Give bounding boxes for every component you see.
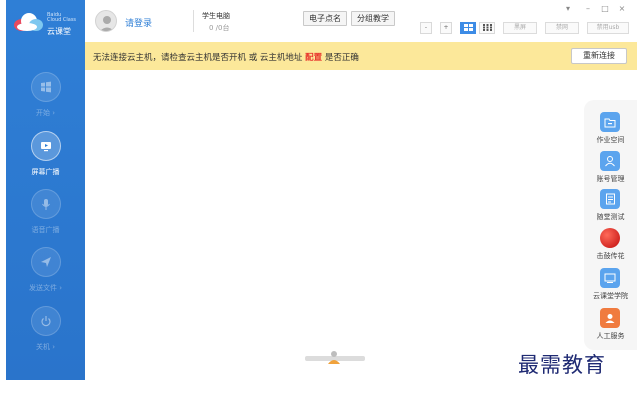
watermark-text: 最需教育: [518, 353, 606, 377]
sidebar-item-voice-broadcast[interactable]: 语音广播: [6, 189, 85, 243]
windows-icon: [31, 72, 61, 102]
close-icon[interactable]: ×: [617, 4, 627, 13]
brand-chinese: 云课堂: [47, 27, 71, 36]
connection-warning-bar: 无法连接云主机，请检查云主机是否开机 或 云主机地址 配置 是否正确 重新连接: [85, 42, 637, 70]
sidebar-item-label: 语音广播: [31, 226, 60, 234]
sidebar: Baidu Cloud Class 云课堂 开始 › 屏幕广播 语音广播 发送文件…: [6, 0, 85, 380]
student-pc-count: 0 /0台: [209, 24, 230, 32]
reconnect-button[interactable]: 重新连接: [571, 48, 627, 64]
panel-item-label: 账号管理: [596, 175, 625, 183]
warning-message: 无法连接云主机，请检查云主机是否开机 或 云主机地址 配置 是否正确: [93, 53, 359, 63]
avatar[interactable]: [95, 10, 117, 32]
monitor-icon: [600, 268, 620, 288]
folder-icon: [600, 112, 620, 132]
student-user-icon[interactable]: [327, 350, 341, 364]
send-icon: [31, 247, 61, 277]
grid-large-icon[interactable]: [460, 22, 476, 34]
header: 请登录 学生电脑 0 /0台 电子点名 分组教学 - + 黑屏 禁网 禁用usb…: [85, 0, 637, 42]
minimize-icon[interactable]: –: [583, 4, 593, 13]
panel-item-label: 作业空间: [596, 136, 625, 144]
power-icon: [31, 306, 61, 336]
maximize-icon[interactable]: □: [600, 4, 610, 13]
sidebar-item-label: 发送文件 ›: [28, 284, 63, 292]
zoom-in-button[interactable]: +: [440, 22, 452, 34]
panel-item-label: 人工服务: [596, 332, 625, 340]
screen-broadcast-icon: [31, 131, 61, 161]
service-icon: [600, 308, 620, 328]
divider: [193, 10, 194, 32]
microphone-icon: [31, 189, 61, 219]
menu-dropdown-icon[interactable]: ▾: [563, 4, 573, 13]
brand-english: Baidu Cloud Class: [47, 12, 77, 23]
rollcall-button[interactable]: 电子点名: [303, 11, 347, 26]
zoom-out-button[interactable]: -: [420, 22, 432, 34]
sidebar-item-label: 关机 ›: [35, 343, 56, 351]
grid-small-icon[interactable]: [479, 22, 495, 34]
student-pc-label: 学生电脑: [202, 12, 230, 20]
app-logo: Baidu Cloud Class 云课堂: [10, 8, 82, 38]
disable-usb-button[interactable]: 禁用usb: [587, 22, 629, 34]
sidebar-item-label: 开始 ›: [35, 109, 56, 117]
sidebar-item-shutdown[interactable]: 关机 ›: [6, 306, 85, 360]
sidebar-item-label: 屏幕广播: [31, 168, 60, 176]
sidebar-item-start[interactable]: 开始 ›: [6, 72, 85, 126]
login-link[interactable]: 请登录: [125, 16, 152, 29]
drum-icon: [600, 228, 620, 248]
group-teaching-button[interactable]: 分组教学: [351, 11, 395, 26]
cloud-logo-icon: [14, 13, 43, 31]
right-tool-panel: 作业空间 账号管理 随堂测试 击鼓传花 云课堂学院 人工服务: [584, 100, 637, 350]
panel-item-label: 随堂测试: [596, 213, 625, 221]
sidebar-item-screen-broadcast[interactable]: 屏幕广播: [6, 131, 85, 185]
user-icon: [600, 151, 620, 171]
document-icon: [600, 189, 620, 209]
panel-item-label: 云课堂学院: [593, 292, 628, 300]
panel-item-label: 击鼓传花: [596, 252, 625, 260]
black-screen-button[interactable]: 黑屏: [503, 22, 537, 34]
sidebar-item-send-file[interactable]: 发送文件 ›: [6, 247, 85, 301]
config-link[interactable]: 配置: [305, 53, 322, 63]
disable-network-button[interactable]: 禁网: [545, 22, 579, 34]
